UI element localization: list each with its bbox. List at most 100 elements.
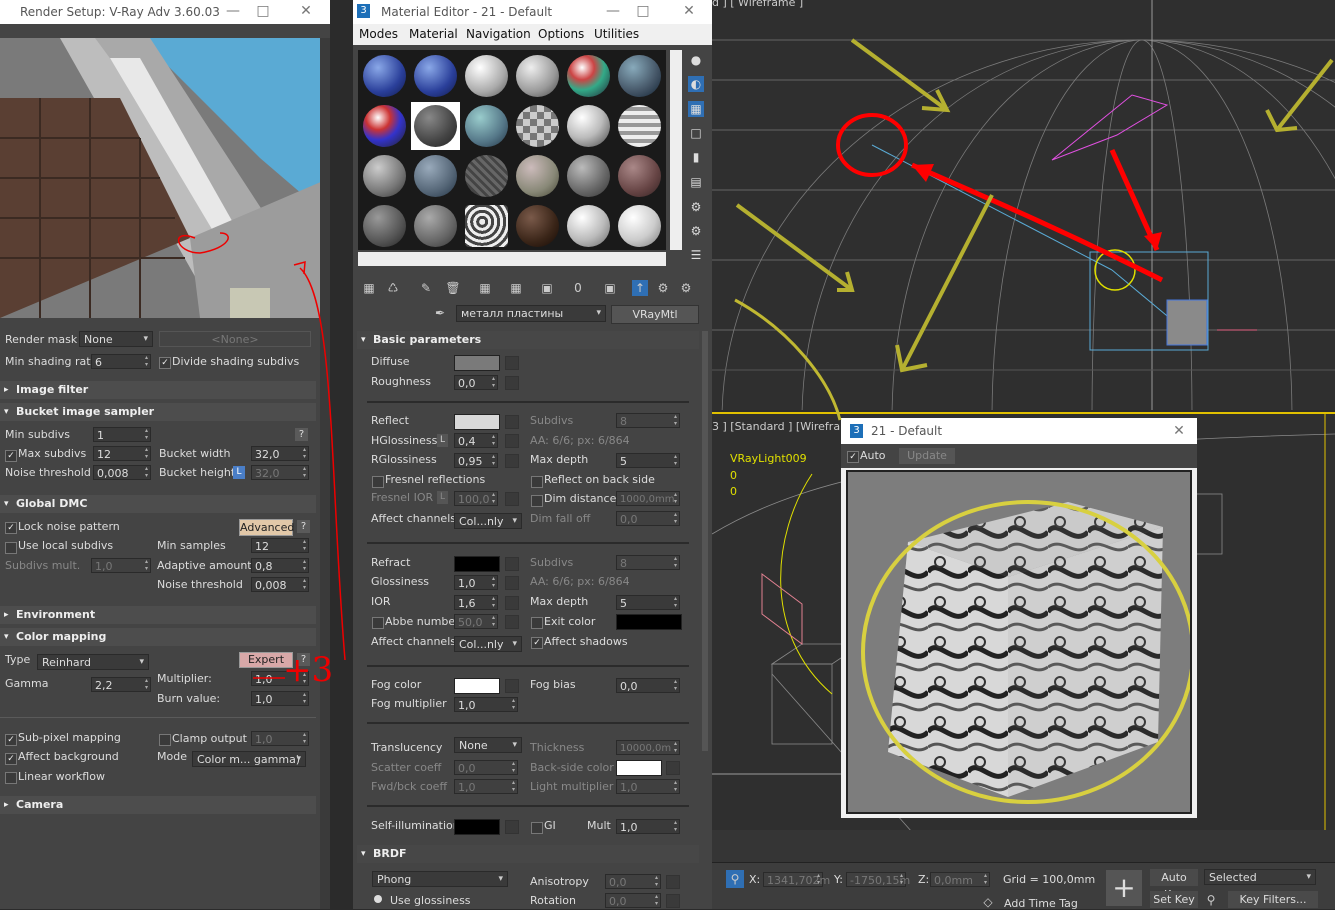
key-filters-button[interactable]: Key Filters... [1228, 891, 1318, 908]
sample-slot[interactable] [564, 152, 613, 200]
render-setup-scrollbar[interactable] [320, 38, 330, 909]
lock-selection-icon[interactable]: ⚲ [726, 870, 744, 888]
sample-slot[interactable] [462, 102, 511, 150]
slots-hscroll[interactable] [358, 252, 666, 266]
sample-slot[interactable] [411, 152, 460, 200]
sample-slot[interactable] [564, 202, 613, 250]
show-in-viewport-icon[interactable]: 0 [570, 280, 586, 296]
go-forward-sibling-icon[interactable]: ⚙ [655, 280, 671, 296]
viewport-top-label[interactable]: d ] [ Wireframe ] [712, 0, 803, 9]
ior-spinner[interactable]: 1,6 [454, 595, 498, 610]
fresnel-checkbox[interactable] [372, 476, 384, 488]
sample-slot[interactable] [564, 102, 613, 150]
refract-maxdepth-spinner[interactable]: 5 [616, 595, 680, 610]
fresnel-ior-lock-button[interactable]: L [437, 491, 448, 504]
affect-background-checkbox[interactable]: ✓ [5, 753, 17, 765]
refract-color-swatch[interactable] [454, 556, 500, 572]
menu-utilities[interactable]: Utilities [594, 27, 639, 41]
mode-dropdown[interactable]: Color m... gamma) [192, 751, 306, 767]
update-button[interactable]: Update [899, 448, 955, 464]
hgloss-map-button[interactable] [505, 434, 519, 448]
refract-map-button[interactable] [505, 557, 519, 571]
bucket-width-spinner[interactable]: 32,0 [251, 446, 309, 461]
refract-subdivs-spinner[interactable]: 8 [616, 555, 680, 570]
close-icon[interactable]: ✕ [298, 3, 314, 19]
set-key-plus-button[interactable]: + [1106, 870, 1142, 906]
backlight-icon[interactable]: ◐ [688, 76, 704, 92]
fog-color-map-button[interactable] [505, 679, 519, 693]
maximize-icon[interactable]: □ [255, 3, 271, 19]
make-preview-icon[interactable]: ▤ [688, 174, 704, 190]
sample-slot[interactable] [615, 152, 664, 200]
affect-shadows-checkbox[interactable]: ✓ [531, 637, 543, 649]
auto-key-button[interactable]: Auto Key [1150, 869, 1198, 901]
fog-multiplier-spinner[interactable]: 1,0 [454, 697, 518, 712]
fresnel-ior-map-button[interactable] [505, 492, 519, 506]
use-glossiness-radio[interactable] [374, 895, 382, 903]
minimize-icon[interactable]: — [225, 3, 241, 19]
divide-shading-checkbox[interactable]: ✓ [159, 357, 171, 369]
options-icon[interactable]: ⚙ [688, 199, 704, 215]
y-coordinate-field[interactable]: -1750,15m [846, 872, 910, 887]
thickness-spinner[interactable]: 10000,0m [616, 740, 680, 755]
exit-color-checkbox[interactable] [531, 617, 543, 629]
pick-material-icon[interactable]: ⚙ [678, 280, 694, 296]
sample-slot[interactable] [360, 202, 409, 250]
dim-distance-checkbox[interactable] [531, 495, 543, 507]
sample-slot[interactable] [360, 152, 409, 200]
background-icon[interactable]: ▦ [688, 101, 704, 117]
sample-slot[interactable] [462, 152, 511, 200]
add-time-tag-button[interactable]: Add Time Tag [1004, 897, 1078, 910]
translucency-dropdown[interactable]: None [454, 737, 522, 753]
reflect-map-button[interactable] [505, 415, 519, 429]
adaptive-amount-spinner[interactable]: 0,8 [251, 558, 309, 573]
rotation-spinner[interactable]: 0,0 [605, 893, 661, 908]
bucket-height-spinner[interactable]: 32,0 [251, 465, 309, 480]
sample-slot[interactable] [462, 202, 511, 250]
sample-uv-icon[interactable]: □ [688, 125, 704, 141]
scatter-coeff-spinner[interactable]: 0,0 [454, 760, 518, 775]
rgloss-map-button[interactable] [505, 454, 519, 468]
diffuse-color-swatch[interactable] [454, 355, 500, 371]
diffuse-map-button[interactable] [505, 356, 519, 370]
rotation-map-button[interactable] [666, 894, 680, 908]
sample-slot[interactable] [615, 102, 664, 150]
abbe-checkbox[interactable] [372, 617, 384, 629]
dim-distance-spinner[interactable]: 1000,0mm [616, 491, 680, 506]
brdf-rollout[interactable]: BRDF [357, 845, 699, 863]
lock-noise-checkbox[interactable]: ✓ [5, 522, 17, 534]
backside-map-button[interactable] [666, 761, 680, 775]
roughness-spinner[interactable]: 0,0 [454, 375, 498, 390]
sample-slot[interactable] [411, 52, 460, 100]
render-mask-dropdown[interactable]: None [79, 331, 153, 347]
sample-slot[interactable] [360, 102, 409, 150]
camera-rollout[interactable]: Camera [0, 796, 316, 814]
menu-navigation[interactable]: Navigation [466, 27, 531, 41]
affect-channels2-dropdown[interactable]: Col...nly [454, 636, 522, 652]
advanced-button[interactable]: Advanced [239, 519, 294, 536]
slots-vscroll[interactable] [670, 50, 682, 250]
subpixel-checkbox[interactable]: ✓ [5, 734, 17, 746]
x-coordinate-field[interactable]: 1341,702m [763, 872, 830, 887]
reflect-subdivs-spinner[interactable]: 8 [616, 413, 680, 428]
reflect-color-swatch[interactable] [454, 414, 500, 430]
max-subdivs-spinner[interactable]: 12 [93, 446, 151, 461]
reset-map-icon[interactable]: 🗑 [445, 280, 461, 296]
eyedropper-icon[interactable]: ✒ [432, 305, 448, 321]
menu-material[interactable]: Material [409, 27, 458, 41]
gamma-spinner[interactable]: 2,2 [91, 677, 151, 692]
viewport-top[interactable]: d ] [ Wireframe ] [712, 0, 1335, 410]
sample-slot[interactable] [513, 52, 562, 100]
clamp-output-checkbox[interactable] [159, 734, 171, 746]
dmc-help-button[interactable]: ? [297, 520, 310, 533]
mult-spinner[interactable]: 1,0 [616, 819, 680, 834]
roughness-map-button[interactable] [505, 376, 519, 390]
me-maximize-icon[interactable]: □ [635, 3, 651, 19]
image-filter-rollout[interactable]: Image filter [0, 381, 316, 399]
brdf-type-dropdown[interactable]: Phong [372, 871, 508, 887]
abbe-spinner[interactable]: 50,0 [454, 614, 498, 629]
type-dropdown[interactable]: Reinhard [37, 654, 149, 670]
min-shading-rate-spinner[interactable]: 6 [91, 354, 151, 369]
min-samples-spinner[interactable]: 12 [251, 538, 309, 553]
me-minimize-icon[interactable]: — [605, 3, 621, 19]
